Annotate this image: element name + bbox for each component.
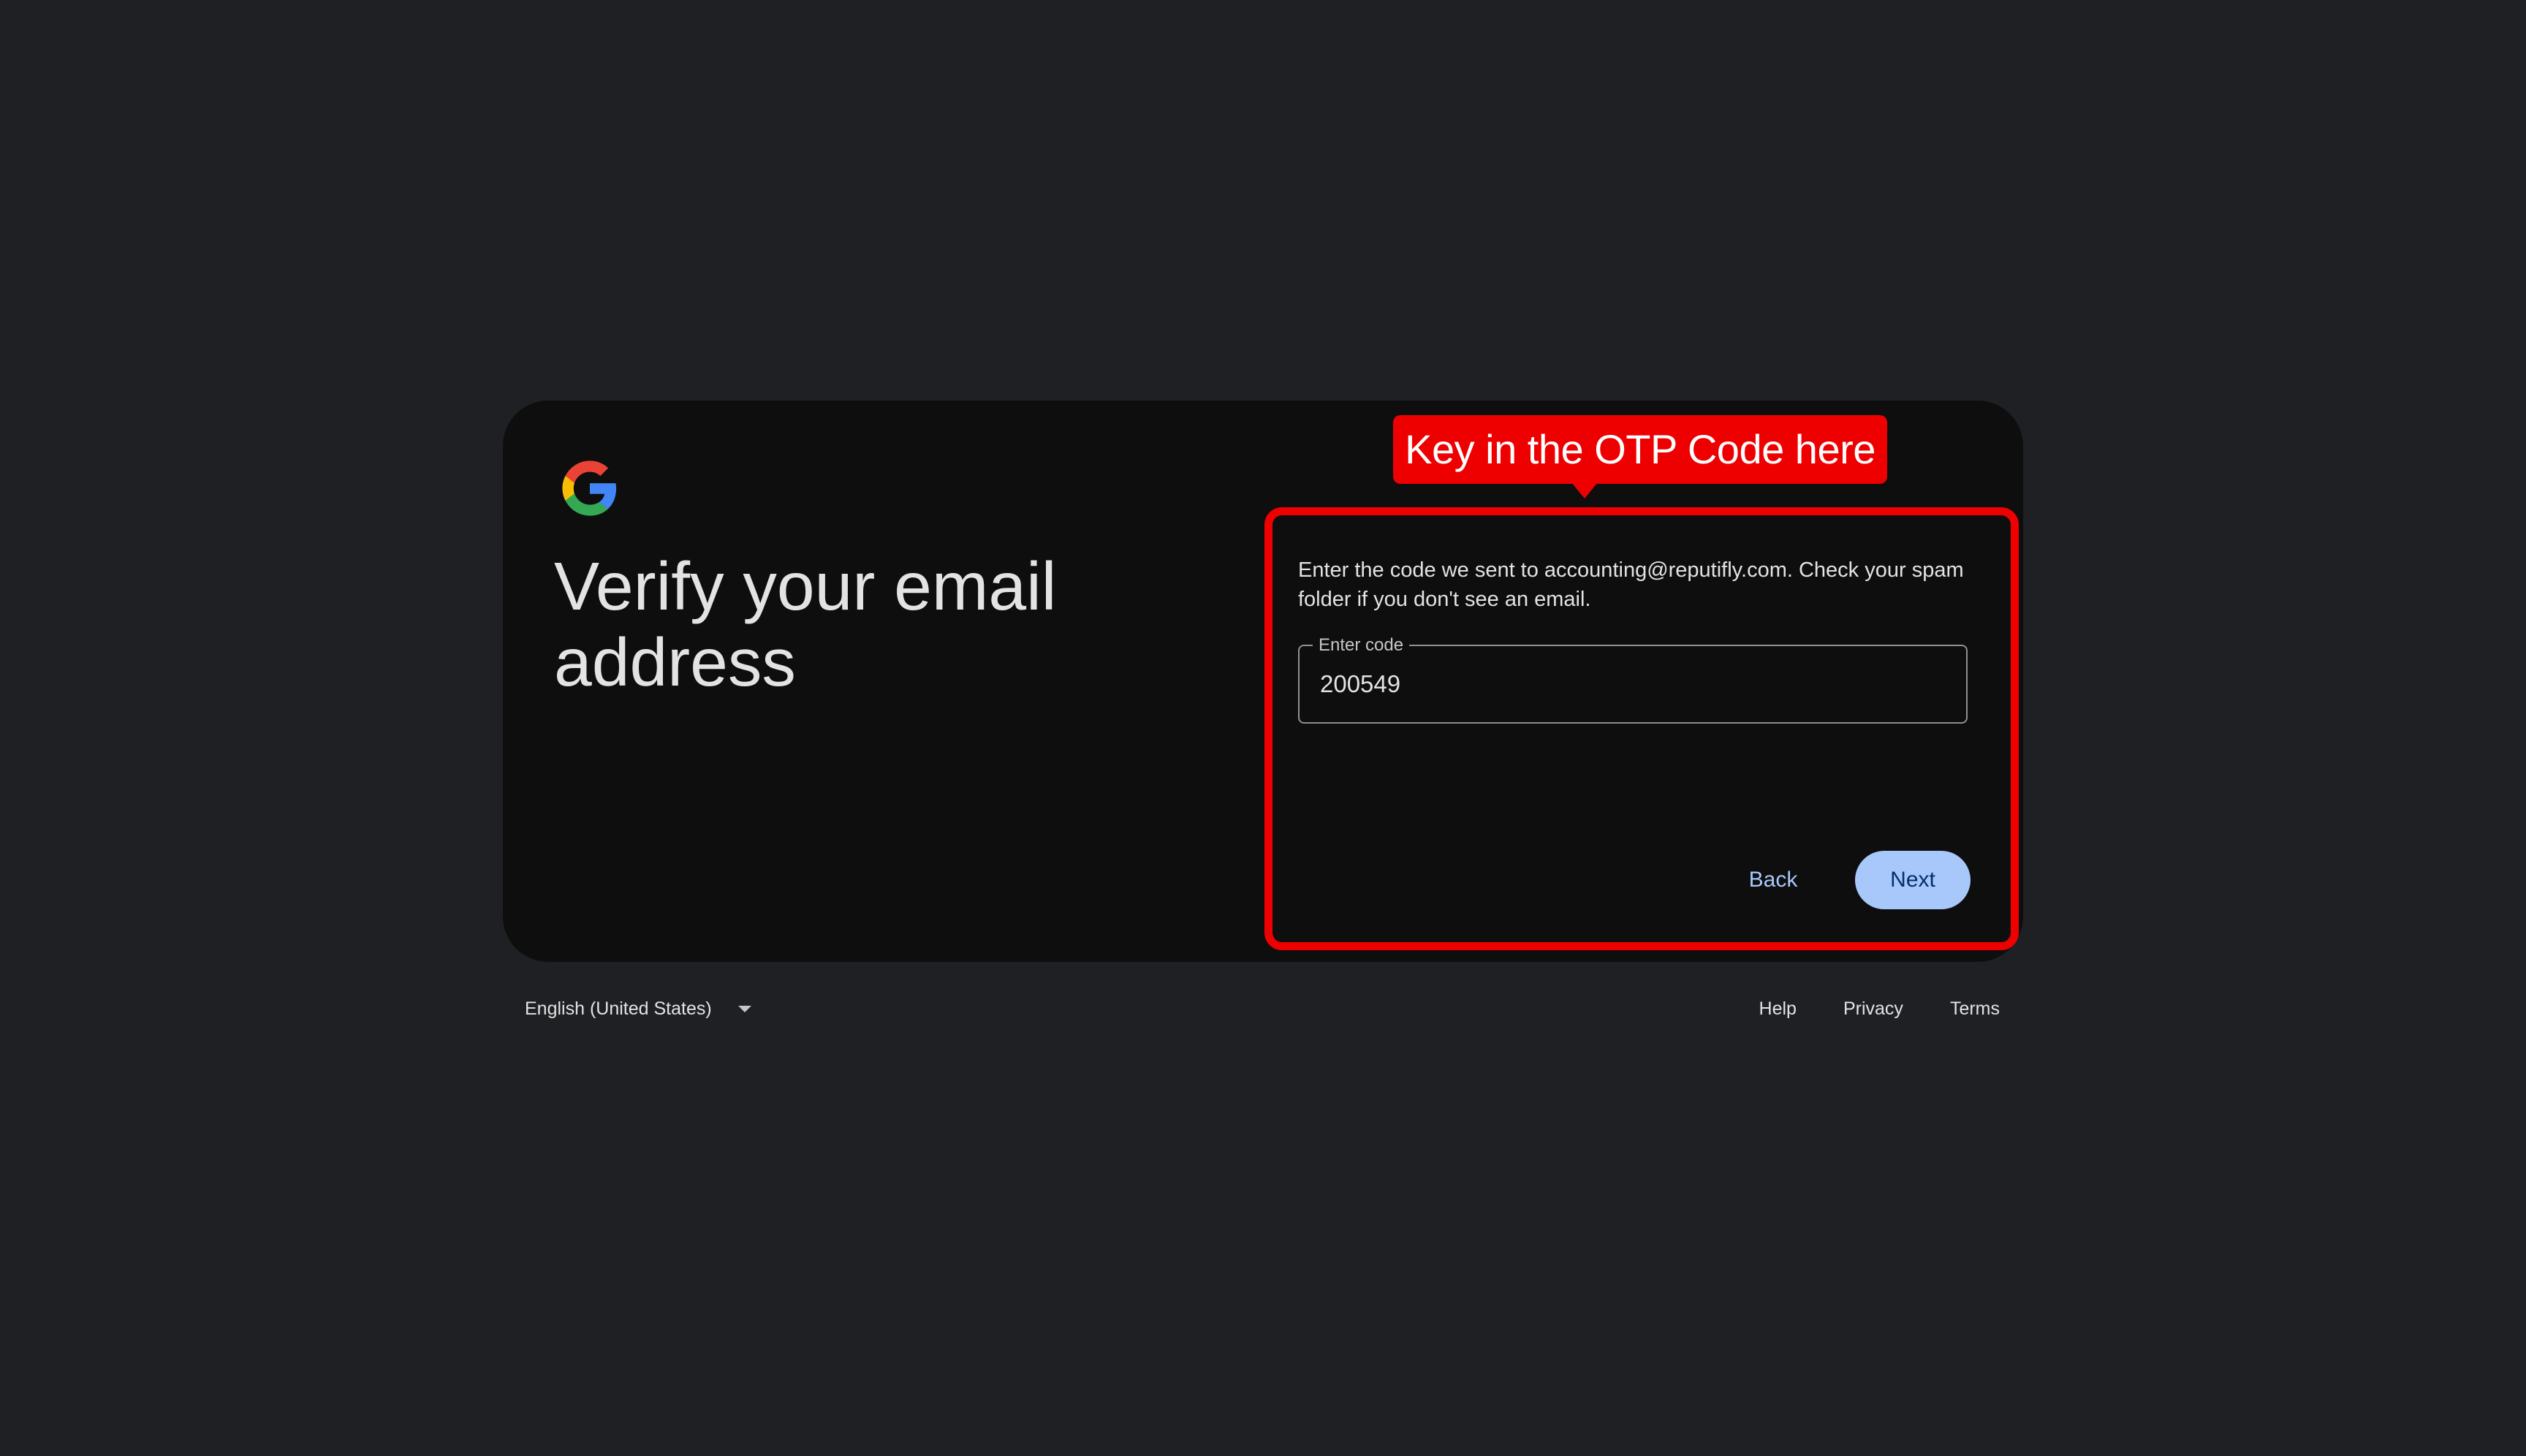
footer: English (United States) Help Privacy Ter… <box>503 991 2023 1026</box>
page-title: Verify your email address <box>554 548 1057 700</box>
page: Verify your email address Enter the code… <box>0 0 2526 1456</box>
terms-link[interactable]: Terms <box>1950 998 2000 1020</box>
dropdown-arrow-icon <box>737 1005 751 1012</box>
annotation-callout: Key in the OTP Code here <box>1393 415 1887 484</box>
help-link[interactable]: Help <box>1759 998 1797 1020</box>
language-label: English (United States) <box>525 998 712 1019</box>
code-input[interactable] <box>1320 668 1949 700</box>
next-button[interactable]: Next <box>1855 851 1971 909</box>
verification-form: Enter the code we sent to accounting@rep… <box>1298 556 1971 724</box>
privacy-link[interactable]: Privacy <box>1843 998 1903 1020</box>
annotation-callout-pointer <box>1571 482 1598 498</box>
instructions-text: Enter the code we sent to accounting@rep… <box>1298 558 1964 611</box>
code-field-label: Enter code <box>1313 635 1410 656</box>
back-button[interactable]: Back <box>1709 851 1837 909</box>
footer-links: Help Privacy Terms <box>1759 991 2000 1026</box>
google-logo-icon <box>562 460 617 516</box>
code-field[interactable]: Enter code <box>1298 635 1968 724</box>
language-selector[interactable]: English (United States) <box>525 991 751 1026</box>
